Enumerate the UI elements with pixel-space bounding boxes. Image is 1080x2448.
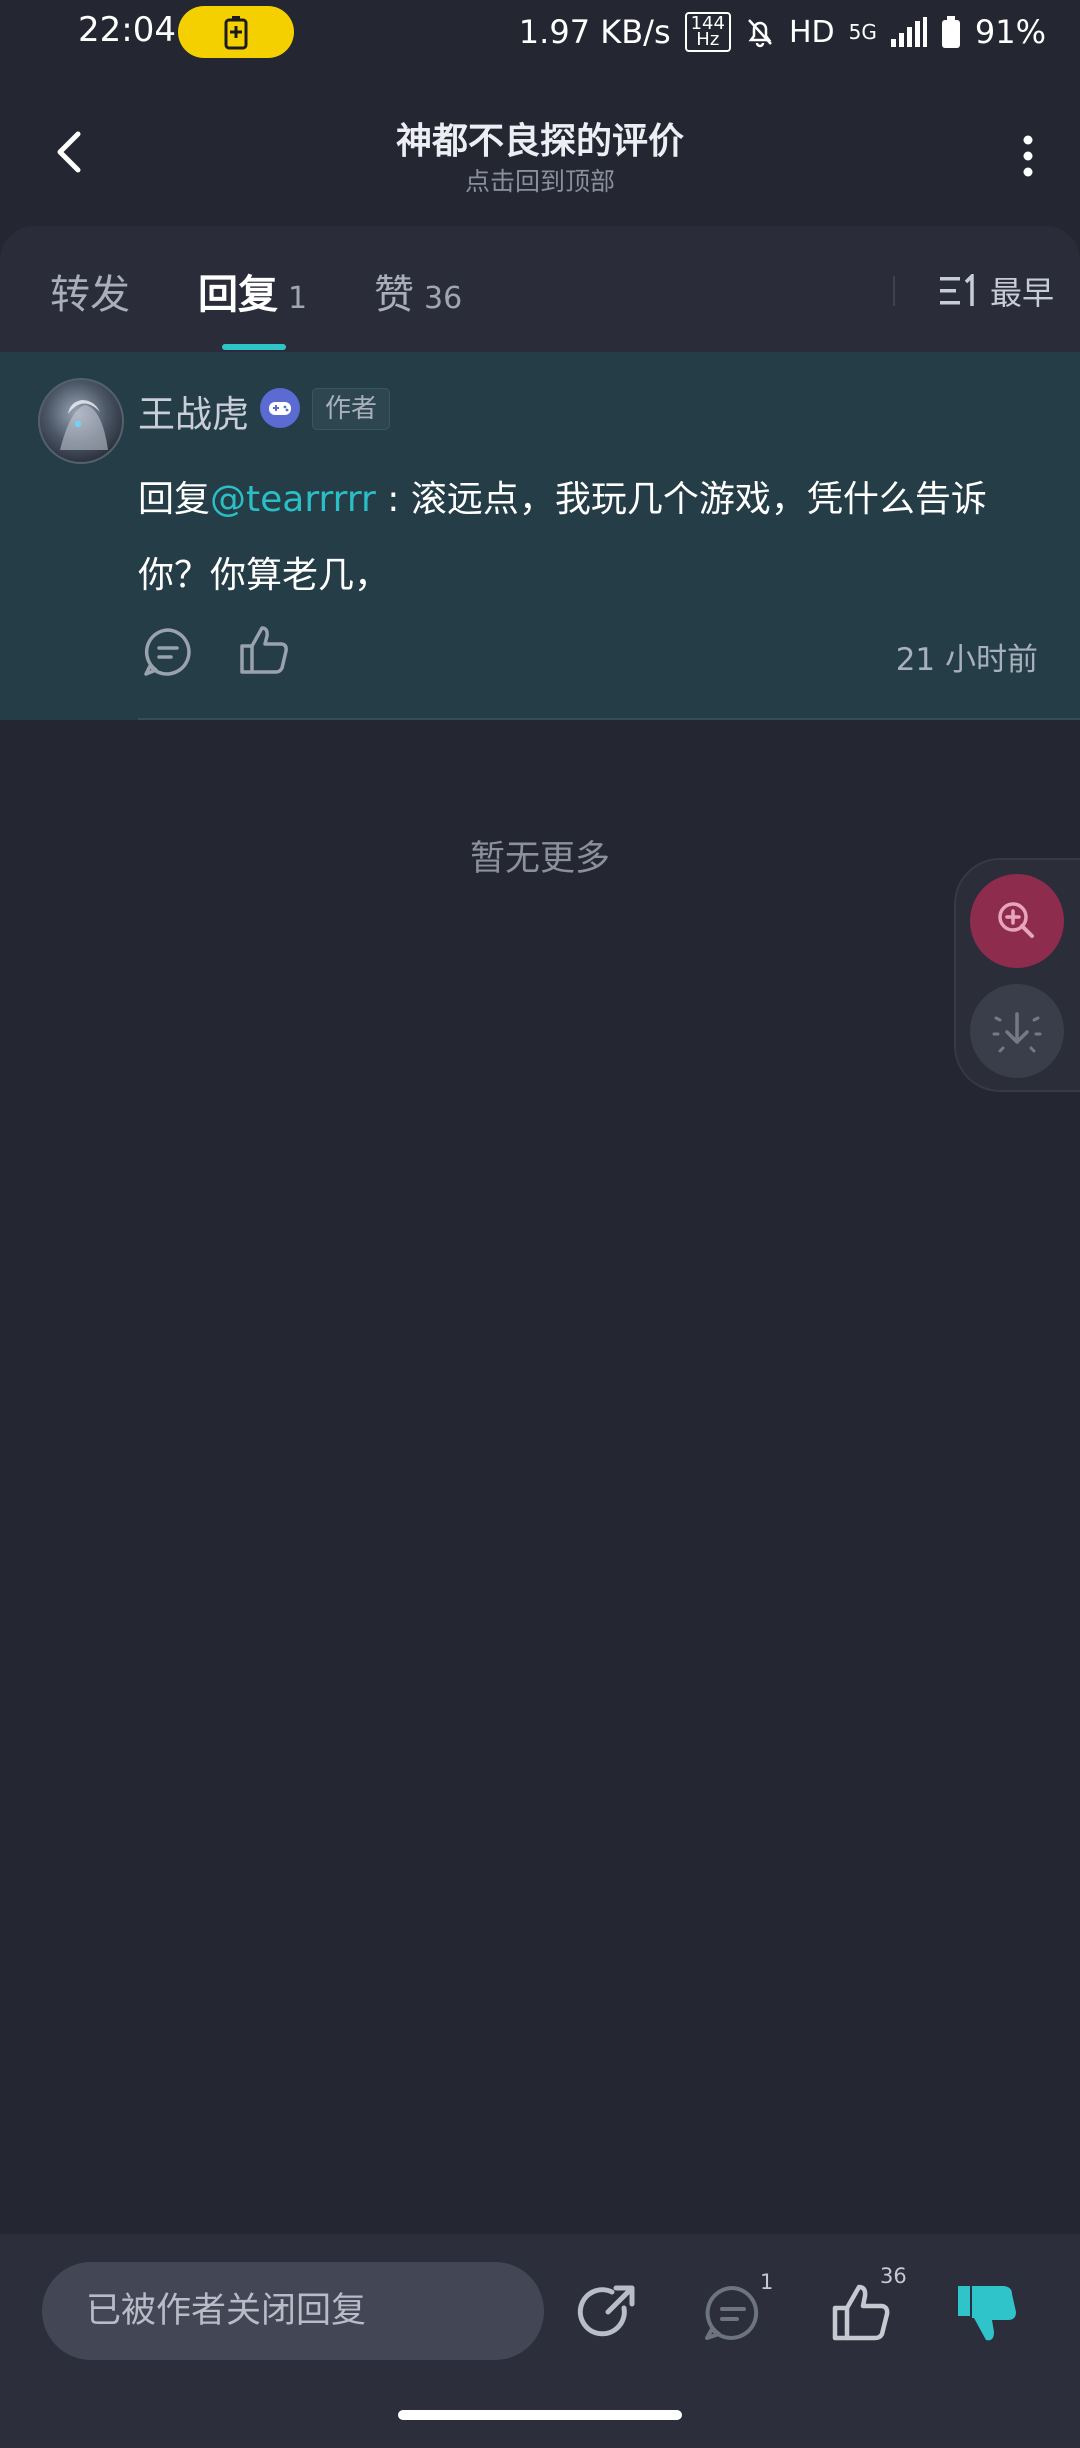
status-right: 1.97 KB/s 144 Hz HD 5G 91% bbox=[519, 12, 1046, 52]
tab-bar: 转发 回复 1 赞 36 最早 bbox=[0, 226, 1080, 352]
tab-replies[interactable]: 回复 1 bbox=[198, 262, 307, 320]
tab-forward[interactable]: 转发 bbox=[50, 262, 130, 320]
like-button[interactable] bbox=[826, 2278, 896, 2348]
battery-icon bbox=[941, 16, 960, 48]
zoom-button[interactable] bbox=[970, 874, 1064, 968]
comment-button[interactable] bbox=[698, 2278, 768, 2348]
like-count-badge: 36 bbox=[880, 2264, 907, 2288]
thumbs-down-icon bbox=[958, 2286, 1016, 2341]
home-indicator[interactable] bbox=[398, 2410, 682, 2420]
comment-count-badge: 1 bbox=[760, 2270, 774, 2294]
screen: 22:04 1.97 KB/s 144 Hz HD 5G 91% 神都不良探的评… bbox=[0, 0, 1080, 2448]
floating-toolbar bbox=[954, 858, 1080, 1092]
sort-label: 最早 bbox=[989, 274, 1054, 312]
reply-input[interactable]: 已被作者关闭回复 bbox=[42, 2262, 544, 2360]
share-button[interactable] bbox=[572, 2278, 642, 2348]
net-speed: 1.97 KB/s bbox=[518, 13, 671, 51]
thumbs-up-icon bbox=[240, 626, 288, 674]
reply-comment-button[interactable] bbox=[138, 622, 198, 682]
tab-likes[interactable]: 赞 36 bbox=[374, 262, 462, 320]
comment-icon bbox=[705, 2285, 759, 2340]
tab-forward-label: 转发 bbox=[50, 272, 130, 318]
zoom-in-icon bbox=[998, 902, 1034, 938]
battery-charging-icon bbox=[224, 16, 248, 50]
status-bar: 22:04 1.97 KB/s 144 Hz HD 5G 91% bbox=[0, 0, 1080, 66]
scroll-to-top-hint[interactable]: 点击回到顶部 bbox=[0, 162, 1080, 198]
sort-divider bbox=[893, 276, 895, 306]
signal-icon bbox=[890, 17, 927, 47]
reply-like-button[interactable] bbox=[234, 620, 294, 680]
avatar-image bbox=[60, 400, 108, 450]
dislike-button[interactable] bbox=[952, 2278, 1022, 2348]
reply-mention[interactable]: @tearrrrr bbox=[210, 479, 376, 520]
author-tag: 作者 bbox=[312, 388, 391, 430]
page-title[interactable]: 神都不良探的评价 bbox=[0, 112, 1080, 164]
tab-replies-label: 回复 bbox=[198, 272, 278, 318]
reply-content: 回复@tearrrrr : 滚远点，我玩几个游戏，凭什么告诉你？你算老几， bbox=[138, 462, 1038, 614]
reply-prefix: 回复 bbox=[138, 479, 211, 520]
download-icon bbox=[992, 1012, 1042, 1053]
thumbs-up-icon bbox=[832, 2284, 890, 2341]
reply-time: 21 小时前 bbox=[895, 642, 1038, 678]
tab-likes-label: 赞 bbox=[374, 272, 414, 318]
status-time: 22:04 bbox=[78, 10, 176, 50]
sort-button[interactable]: 最早 bbox=[939, 268, 1054, 314]
refresh-rate-icon: 144 Hz bbox=[684, 12, 731, 52]
tab-replies-count: 1 bbox=[288, 281, 308, 316]
tab-likes-count: 36 bbox=[424, 281, 463, 316]
network-type: 5G bbox=[848, 20, 877, 44]
hd-indicator: HD bbox=[788, 14, 835, 50]
mute-bell-icon bbox=[748, 19, 772, 48]
reply-item[interactable]: 王战虎 作者 回复@tearrrrr : 滚远点，我玩几个游戏，凭什么告诉你？你… bbox=[0, 352, 1080, 720]
comment-icon bbox=[144, 628, 191, 676]
no-more-label: 暂无更多 bbox=[469, 839, 610, 879]
refresh-rate-unit: Hz bbox=[696, 29, 720, 50]
share-icon bbox=[577, 2285, 635, 2337]
more-options-button[interactable] bbox=[1004, 126, 1052, 186]
game-badge bbox=[260, 388, 300, 428]
battery-level: 91% bbox=[974, 13, 1046, 51]
battery-saver-pill bbox=[178, 6, 294, 58]
download-button[interactable] bbox=[970, 984, 1064, 1078]
active-tab-indicator bbox=[222, 344, 286, 350]
sort-icon bbox=[939, 274, 974, 306]
gamepad-icon bbox=[269, 402, 291, 415]
more-vertical-icon bbox=[1023, 135, 1033, 177]
divider bbox=[138, 718, 1080, 720]
reply-username[interactable]: 王战虎 bbox=[138, 384, 249, 438]
avatar[interactable] bbox=[38, 378, 124, 464]
top-bar: 神都不良探的评价 点击回到顶部 bbox=[0, 100, 1080, 210]
